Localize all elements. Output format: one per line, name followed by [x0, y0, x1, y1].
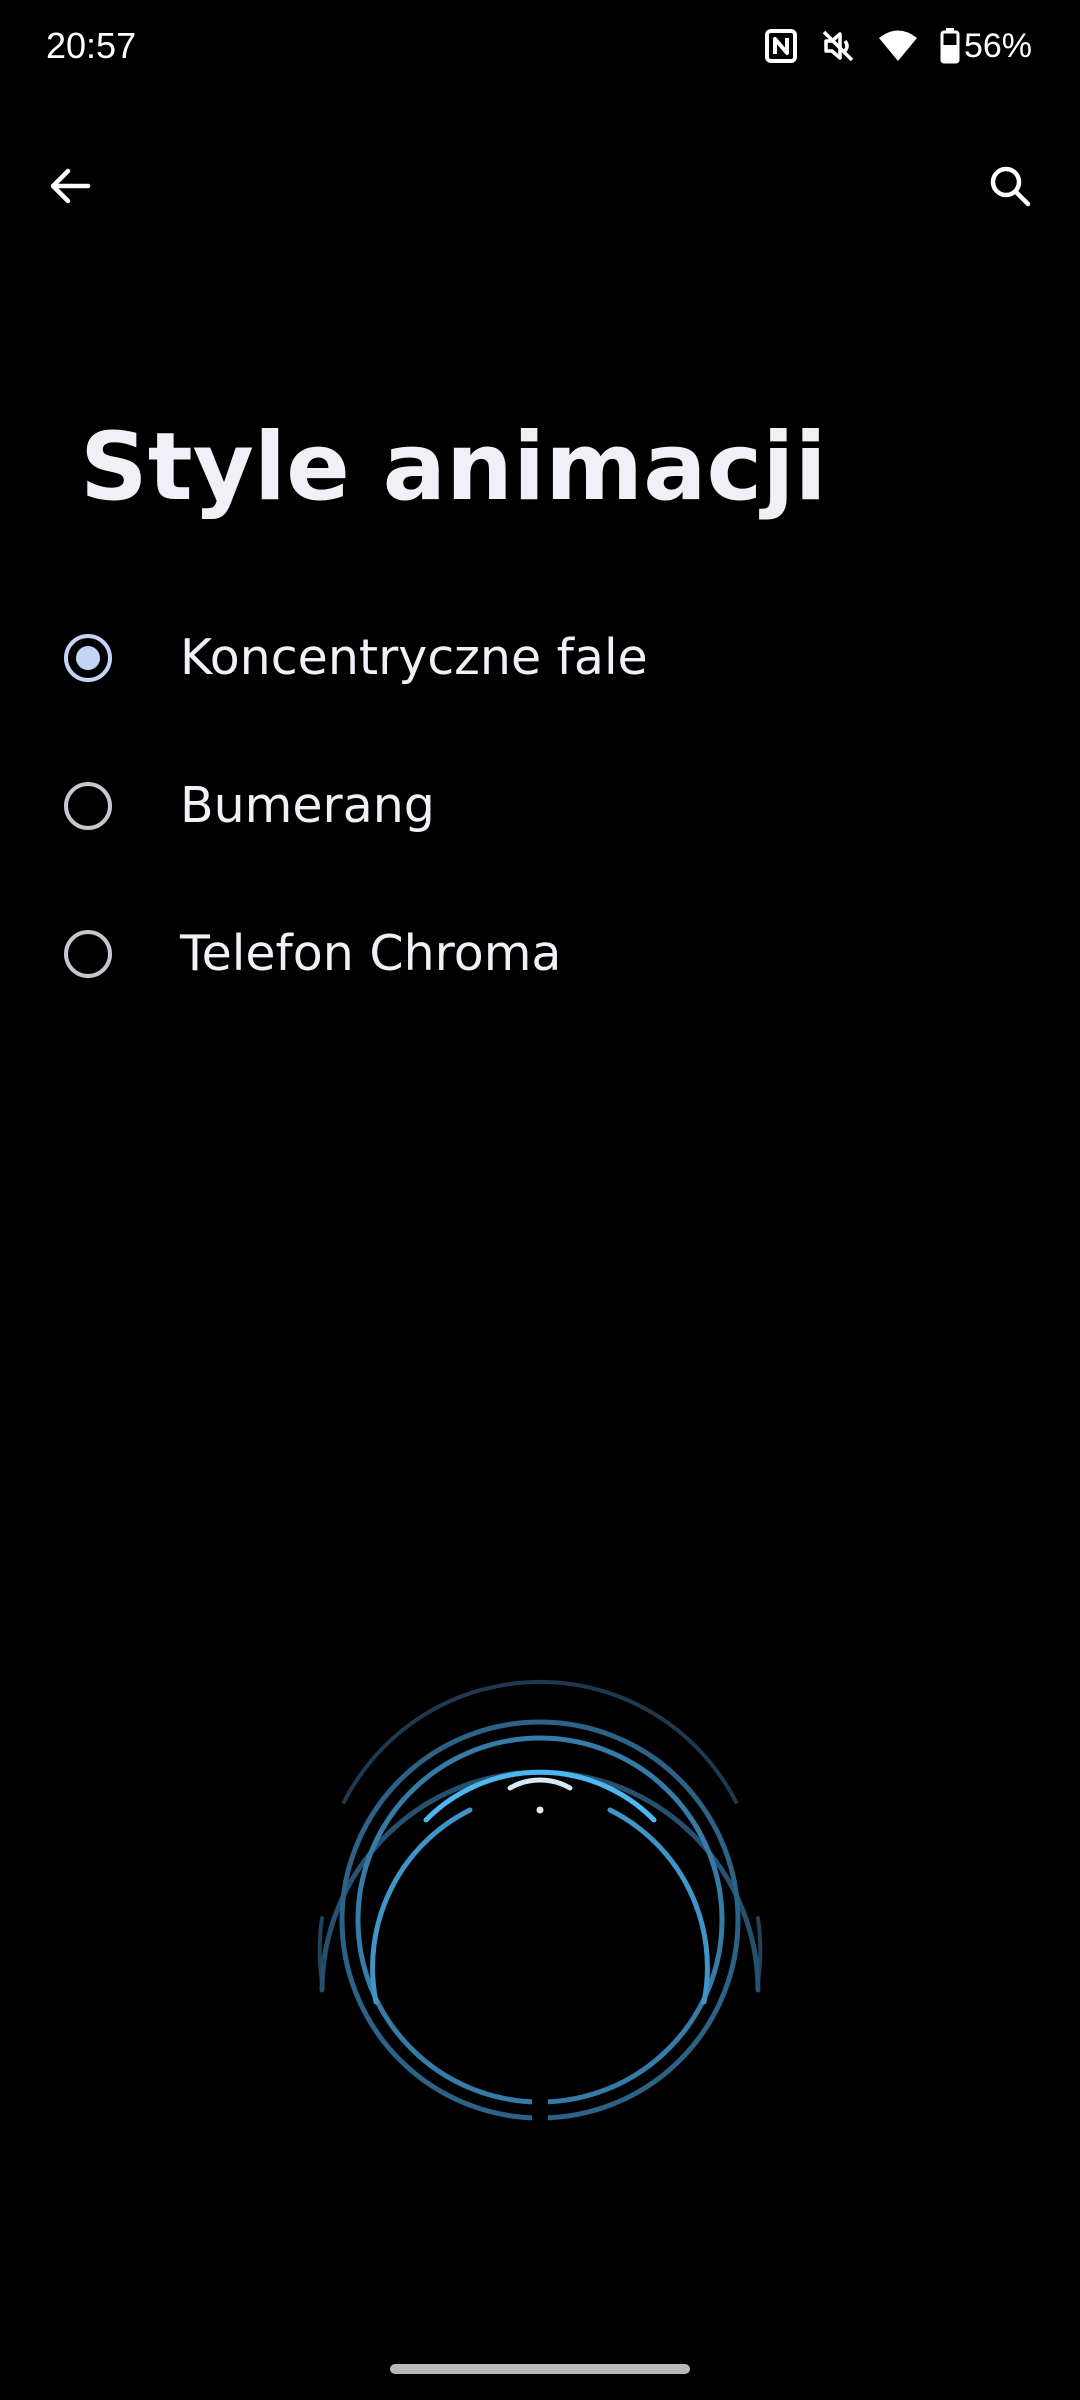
mute-icon: [820, 28, 856, 64]
radio-button[interactable]: [64, 782, 112, 830]
status-bar: 20:57 56%: [0, 0, 1080, 96]
battery-percent: 56%: [963, 27, 1032, 65]
animation-preview: [300, 1660, 780, 2179]
search-icon: [988, 164, 1032, 213]
animation-style-options: Koncentryczne fale Bumerang Telefon Chro…: [0, 584, 1080, 1028]
concentric-waves-preview: [317, 1679, 763, 2179]
radio-dot: [76, 646, 100, 670]
home-indicator[interactable]: [390, 2364, 690, 2374]
search-button[interactable]: [962, 140, 1058, 236]
battery: 56%: [940, 24, 1032, 68]
option-boomerang[interactable]: Bumerang: [0, 732, 1080, 880]
battery-icon: [940, 28, 960, 64]
option-concentric-waves[interactable]: Koncentryczne fale: [0, 584, 1080, 732]
radio-button[interactable]: [64, 930, 112, 978]
arrow-left-icon: [48, 166, 92, 211]
radio-button-checked[interactable]: [64, 634, 112, 682]
wifi-icon: [878, 29, 918, 63]
page-title: Style animacji: [80, 413, 827, 522]
option-label: Bumerang: [180, 777, 435, 834]
status-time: 20:57: [46, 25, 137, 66]
option-label: Telefon Chroma: [180, 925, 562, 982]
option-label: Koncentryczne fale: [180, 629, 648, 686]
nfc-icon: [764, 28, 798, 64]
status-icons: 56%: [764, 24, 1032, 68]
back-button[interactable]: [22, 140, 118, 236]
option-chroma-phone[interactable]: Telefon Chroma: [0, 880, 1080, 1028]
